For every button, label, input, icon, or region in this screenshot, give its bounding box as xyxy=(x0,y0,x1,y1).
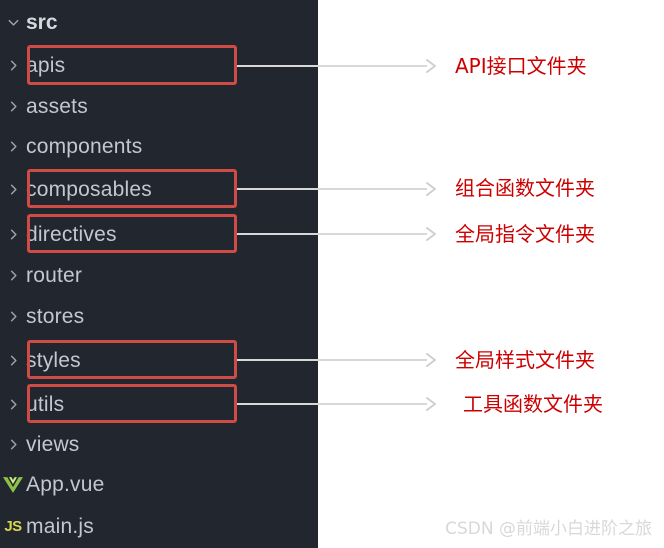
chevron-right-icon[interactable] xyxy=(0,86,26,126)
tree-row-label: router xyxy=(26,263,83,287)
tree-row-label: views xyxy=(26,432,80,456)
arrow-head-icon xyxy=(424,181,438,197)
tree-row-label: utils xyxy=(26,392,65,416)
tree-row-label: styles xyxy=(26,348,81,372)
tree-row-label: composables xyxy=(26,177,152,201)
tree-row-components[interactable]: components xyxy=(0,126,318,166)
connector-line-directives xyxy=(237,233,427,235)
tree-row-label: main.js xyxy=(26,514,94,538)
annotation-label-apis: API接口文件夹 xyxy=(455,54,587,78)
js-file-icon: JS xyxy=(4,517,22,535)
tree-row-label: App.vue xyxy=(26,472,105,496)
connector-line-styles xyxy=(237,359,427,361)
tree-row-label: stores xyxy=(26,304,85,328)
annotation-label-composables: 组合函数文件夹 xyxy=(455,176,595,200)
connector-line-composables xyxy=(237,188,427,190)
chevron-right-icon[interactable] xyxy=(0,424,26,464)
arrow-head-icon xyxy=(424,396,438,412)
file-explorer-panel: src apis assets components composables d… xyxy=(0,0,318,548)
arrow-head-icon xyxy=(424,226,438,242)
annotation-label-styles: 全局样式文件夹 xyxy=(455,348,595,372)
tree-row-stores[interactable]: stores xyxy=(0,296,318,336)
tree-row-src-root[interactable]: src xyxy=(0,2,318,42)
connector-line-utils xyxy=(237,403,427,405)
chevron-right-icon[interactable] xyxy=(0,169,26,209)
tree-root-label: src xyxy=(26,10,58,34)
vue-file-icon xyxy=(0,464,26,504)
chevron-down-icon[interactable] xyxy=(0,2,26,42)
chevron-right-icon[interactable] xyxy=(0,214,26,254)
tree-row-label: apis xyxy=(26,53,66,77)
connector-line-apis xyxy=(237,65,427,67)
arrow-head-icon xyxy=(424,58,438,74)
screenshot-canvas: src apis assets components composables d… xyxy=(0,0,664,548)
tree-row-views[interactable]: views xyxy=(0,424,318,464)
csdn-watermark: CSDN @前端小白进阶之旅 xyxy=(445,519,652,539)
tree-row-main-js[interactable]: JS main.js xyxy=(0,506,318,546)
chevron-right-icon[interactable] xyxy=(0,340,26,380)
chevron-right-icon[interactable] xyxy=(0,384,26,424)
tree-row-router[interactable]: router xyxy=(0,255,318,295)
chevron-right-icon[interactable] xyxy=(0,296,26,336)
annotation-label-utils: 工具函数文件夹 xyxy=(463,392,603,416)
chevron-right-icon[interactable] xyxy=(0,126,26,166)
chevron-right-icon[interactable] xyxy=(0,255,26,295)
tree-row-app-vue[interactable]: App.vue xyxy=(0,464,318,504)
tree-row-label: directives xyxy=(26,222,117,246)
arrow-head-icon xyxy=(424,352,438,368)
annotation-label-directives: 全局指令文件夹 xyxy=(455,222,595,246)
tree-row-assets[interactable]: assets xyxy=(0,86,318,126)
chevron-right-icon[interactable] xyxy=(0,45,26,85)
tree-row-label: assets xyxy=(26,94,88,118)
tree-row-label: components xyxy=(26,134,143,158)
